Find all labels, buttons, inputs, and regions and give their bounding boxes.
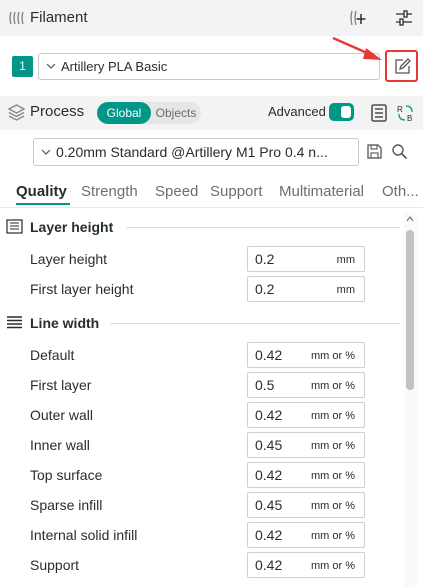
input-value: 0.5: [255, 377, 275, 393]
global-objects-switch[interactable]: Global Objects: [97, 102, 201, 124]
group-title-layer-height: Layer height: [30, 219, 114, 235]
setting-label-first-layer-height: First layer height: [30, 281, 134, 297]
input-value: 0.42: [255, 527, 283, 543]
input-value: 0.42: [255, 557, 283, 573]
global-mode-button[interactable]: Global: [97, 102, 151, 124]
process-title: Process: [30, 103, 85, 120]
input-unit: mm or %: [311, 470, 355, 482]
setting-label-outer-wall: Outer wall: [30, 407, 94, 423]
search-icon[interactable]: [391, 143, 408, 160]
setting-label-layer-height: Layer height: [30, 251, 108, 267]
edit-pencil-icon: [395, 58, 411, 74]
group-divider: [126, 227, 400, 228]
ab-compare-icon[interactable]: R B: [396, 103, 416, 123]
objects-mode-button[interactable]: Objects: [151, 102, 201, 124]
add-filament-icon[interactable]: [349, 8, 369, 28]
input-value: 0.2: [255, 281, 275, 297]
input-value: 0.42: [255, 467, 283, 483]
process-preset-name: 0.20mm Standard @Artillery M1 Pro 0.4 n.…: [56, 144, 328, 160]
input-value: 0.2: [255, 251, 275, 267]
setting-label-first-layer: First layer: [30, 377, 92, 393]
svg-text:B: B: [407, 114, 412, 123]
line-width-default-input[interactable]: 0.42 mm or %: [247, 342, 365, 368]
annotation-arrow: [332, 36, 382, 60]
scroll-up-icon[interactable]: [405, 214, 415, 224]
line-width-first-layer-input[interactable]: 0.5 mm or %: [247, 372, 365, 398]
input-unit: mm or %: [311, 560, 355, 572]
save-icon[interactable]: [366, 143, 383, 160]
filament-preset-dropdown[interactable]: Artillery PLA Basic: [38, 53, 380, 80]
line-width-icon: [7, 316, 22, 329]
filament-slot-badge: 1: [12, 56, 33, 77]
input-unit: mm: [336, 284, 355, 296]
tab-strength[interactable]: Strength: [81, 183, 138, 200]
advanced-toggle[interactable]: [329, 103, 354, 121]
setting-label-support: Support: [30, 557, 80, 573]
input-unit: mm or %: [311, 530, 355, 542]
line-width-support-input[interactable]: 0.42 mm or %: [247, 552, 365, 578]
line-width-inner-wall-input[interactable]: 0.45 mm or %: [247, 432, 365, 458]
setting-label-sparse-infill: Sparse infill: [30, 497, 103, 513]
tab-support[interactable]: Support: [210, 183, 263, 200]
layer-height-icon: [6, 219, 23, 234]
tab-multimaterial[interactable]: Multimaterial: [279, 183, 364, 200]
setting-label-top-surface: Top surface: [30, 467, 103, 483]
input-value: 0.45: [255, 497, 283, 513]
chevron-down-icon: [46, 63, 56, 69]
edit-filament-button[interactable]: [385, 50, 418, 82]
scrollbar-thumb[interactable]: [406, 230, 414, 390]
tab-quality[interactable]: Quality: [16, 183, 67, 200]
chevron-down-icon: [41, 149, 51, 155]
line-width-sparse-infill-input[interactable]: 0.45 mm or %: [247, 492, 365, 518]
setting-label-internal-solid-infill: Internal solid infill: [30, 527, 138, 543]
tabs-divider: [0, 207, 423, 208]
tab-speed[interactable]: Speed: [155, 183, 198, 200]
filament-spool-icon: [9, 11, 24, 25]
tab-others[interactable]: Oth...: [382, 183, 419, 200]
line-width-internal-solid-infill-input[interactable]: 0.42 mm or %: [247, 522, 365, 548]
filament-preset-name: Artillery PLA Basic: [61, 59, 168, 74]
line-width-top-surface-input[interactable]: 0.42 mm or %: [247, 462, 365, 488]
line-width-outer-wall-input[interactable]: 0.42 mm or %: [247, 402, 365, 428]
group-title-line-width: Line width: [30, 315, 100, 331]
layers-icon: [8, 104, 25, 121]
input-unit: mm or %: [311, 440, 355, 452]
process-preset-dropdown[interactable]: 0.20mm Standard @Artillery M1 Pro 0.4 n.…: [33, 138, 359, 166]
input-unit: mm or %: [311, 410, 355, 422]
input-value: 0.42: [255, 347, 283, 363]
active-tab-indicator: [16, 203, 70, 205]
input-unit: mm or %: [311, 350, 355, 362]
group-divider: [110, 323, 400, 324]
input-value: 0.45: [255, 437, 283, 453]
filament-section-header: Filament: [0, 0, 423, 36]
input-unit: mm or %: [311, 500, 355, 512]
setting-label-default: Default: [30, 347, 75, 363]
advanced-label: Advanced: [268, 104, 326, 119]
filament-title: Filament: [30, 9, 88, 26]
process-section-header: Process Global Objects Advanced R B: [0, 96, 423, 130]
input-unit: mm or %: [311, 380, 355, 392]
setting-label-inner-wall: Inner wall: [30, 437, 90, 453]
sliders-icon[interactable]: [394, 8, 414, 28]
input-unit: mm: [336, 254, 355, 266]
input-value: 0.42: [255, 407, 283, 423]
first-layer-height-input[interactable]: 0.2 mm: [247, 276, 365, 302]
svg-text:R: R: [397, 105, 403, 114]
compare-list-icon[interactable]: [369, 103, 389, 123]
layer-height-input[interactable]: 0.2 mm: [247, 246, 365, 272]
